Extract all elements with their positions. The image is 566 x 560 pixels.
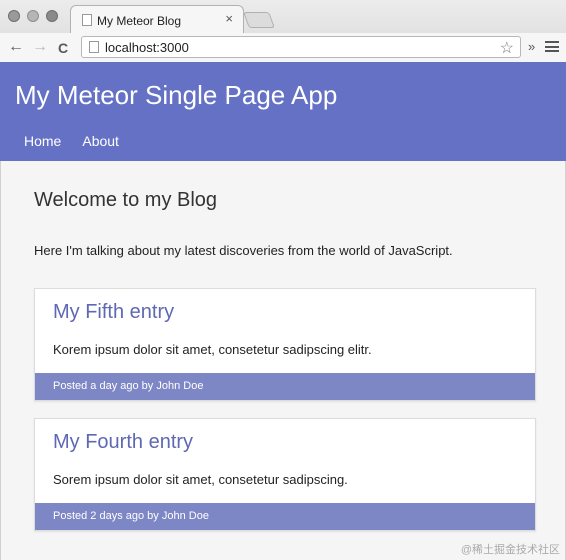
app-header: My Meteor Single Page App Home About — [0, 62, 566, 161]
forward-arrow-icon[interactable]: → — [32, 38, 48, 56]
minimize-window-button[interactable] — [27, 10, 39, 22]
post-footer: Posted a day ago by John Doe — [35, 373, 535, 400]
browser-toolbar: ← → C localhost:3000 ☆ » — [0, 33, 566, 62]
extensions-chevron-icon[interactable]: » — [528, 39, 535, 54]
post-body: Korem ipsum dolor sit amet, consetetur s… — [53, 342, 372, 357]
close-tab-icon[interactable]: × — [225, 11, 233, 26]
maximize-window-button[interactable] — [46, 10, 58, 22]
reload-icon[interactable]: C — [58, 39, 68, 57]
address-bar[interactable]: localhost:3000 ☆ — [81, 36, 521, 58]
post-card: My Fifth entry Korem ipsum dolor sit ame… — [34, 288, 536, 401]
post-title-link[interactable]: My Fifth entry — [53, 301, 174, 324]
intro-text: Here I'm talking about my latest discove… — [34, 243, 453, 258]
new-tab-button[interactable] — [243, 12, 275, 28]
watermark: @稀土掘金技术社区 — [460, 544, 560, 556]
main-nav: Home About — [24, 133, 119, 149]
url-text: localhost:3000 — [105, 40, 189, 55]
page-heading: Welcome to my Blog — [34, 189, 218, 211]
browser-tab[interactable]: My Meteor Blog × — [70, 5, 244, 33]
close-window-button[interactable] — [8, 10, 20, 22]
main-content: Welcome to my Blog Here I'm talking abou… — [0, 161, 566, 560]
app-title: My Meteor Single Page App — [15, 80, 338, 110]
post-body: Sorem ipsum dolor sit amet, consetetur s… — [53, 472, 348, 487]
browser-chrome: My Meteor Blog × ← → C localhost:3000 ☆ … — [0, 0, 566, 62]
back-arrow-icon[interactable]: ← — [8, 38, 24, 56]
page-icon — [89, 41, 99, 53]
post-title-link[interactable]: My Fourth entry — [53, 431, 193, 454]
tab-title: My Meteor Blog — [97, 14, 182, 28]
page-icon — [82, 14, 92, 26]
post-card: My Fourth entry Sorem ipsum dolor sit am… — [34, 418, 536, 531]
nav-about-link[interactable]: About — [82, 133, 119, 149]
hamburger-menu-icon[interactable] — [545, 41, 559, 52]
nav-home-link[interactable]: Home — [24, 133, 61, 149]
post-footer: Posted 2 days ago by John Doe — [35, 503, 535, 530]
bookmark-star-icon[interactable]: ☆ — [500, 38, 514, 58]
